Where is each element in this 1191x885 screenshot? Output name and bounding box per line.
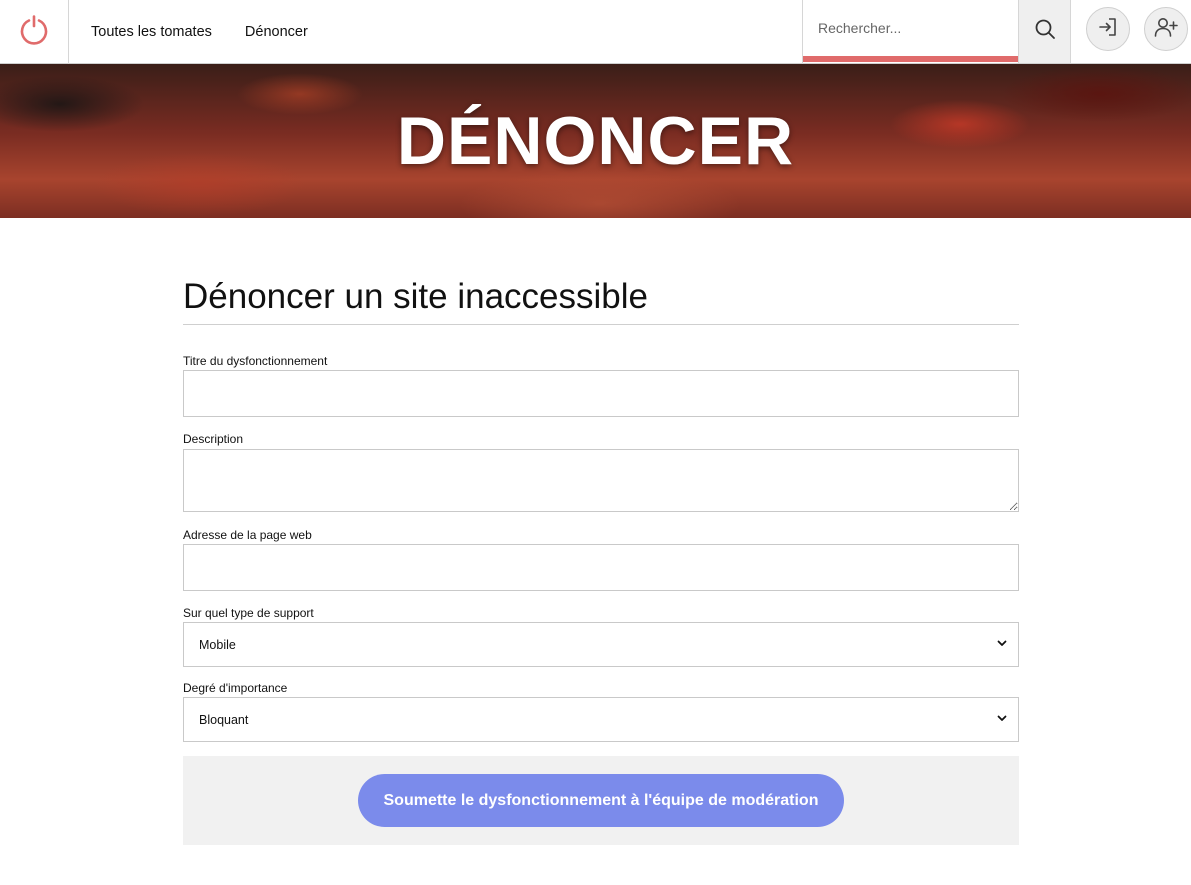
submit-button[interactable]: Soumette le dysfonctionnement à l'équipe…	[358, 774, 844, 827]
main-nav: Toutes les tomates Dénoncer	[91, 0, 308, 64]
nav-link-report[interactable]: Dénoncer	[245, 24, 308, 40]
search-button[interactable]	[1018, 0, 1071, 63]
title-label: Titre du dysfonctionnement	[183, 354, 328, 368]
description-label: Description	[183, 432, 244, 446]
support-select[interactable]: Mobile	[183, 622, 1019, 667]
url-input[interactable]	[183, 544, 1019, 591]
register-button[interactable]	[1144, 7, 1188, 51]
title-divider	[183, 324, 1019, 325]
power-icon	[18, 14, 50, 51]
submit-panel: Soumette le dysfonctionnement à l'équipe…	[183, 756, 1019, 845]
support-label: Sur quel type de support	[183, 606, 314, 620]
user-plus-icon	[1153, 16, 1179, 43]
top-navbar: Toutes les tomates Dénoncer	[0, 0, 1191, 64]
description-textarea[interactable]	[183, 449, 1019, 512]
support-selected-value: Mobile	[199, 637, 236, 652]
importance-select[interactable]: Bloquant	[183, 697, 1019, 742]
importance-selected-value: Bloquant	[199, 712, 249, 727]
search-icon	[1034, 18, 1056, 45]
title-input[interactable]	[183, 370, 1019, 417]
hero-banner: DÉNONCER	[0, 64, 1191, 218]
chevron-down-icon	[996, 637, 1008, 652]
importance-label: Degré d'importance	[183, 681, 288, 695]
form-title: Dénoncer un site inaccessible	[183, 277, 648, 316]
search-box	[802, 0, 1019, 64]
login-button[interactable]	[1086, 7, 1130, 51]
search-input[interactable]	[803, 0, 1019, 62]
hero-title: DÉNONCER	[396, 103, 795, 179]
url-label: Adresse de la page web	[183, 528, 312, 542]
chevron-down-icon	[996, 712, 1008, 727]
sign-in-icon	[1097, 16, 1119, 43]
nav-link-all-tomatoes[interactable]: Toutes les tomates	[91, 24, 212, 40]
home-logo[interactable]	[0, 0, 69, 64]
